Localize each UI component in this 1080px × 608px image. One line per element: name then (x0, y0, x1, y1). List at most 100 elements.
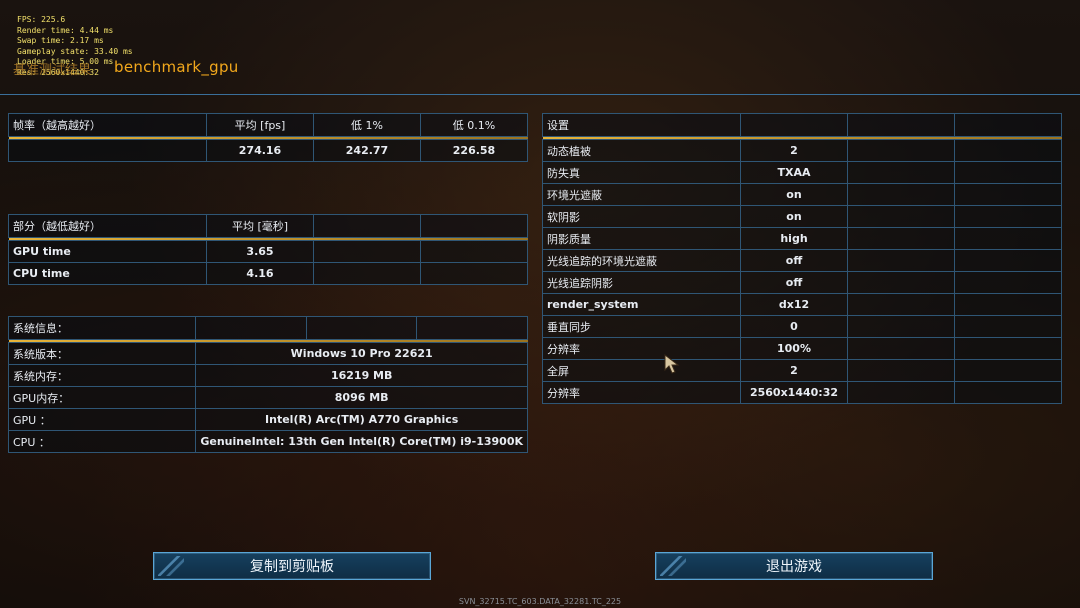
empty-cell (954, 183, 1062, 206)
setting-label: 软阴影 (542, 205, 741, 228)
exit-button-label: 退出游戏 (766, 559, 822, 575)
parts-header-empty (420, 214, 528, 238)
setting-label: 垂直同步 (542, 315, 741, 338)
gpu-label: GPU ： (7, 408, 197, 431)
debug-line: Swap time: 2.17 ms (17, 36, 104, 45)
setting-label: 光线追踪的环境光遮蔽 (542, 249, 741, 272)
debug-line: Gameplay state: 33.40 ms (17, 46, 133, 56)
copy-to-clipboard-button[interactable]: 复制到剪贴板 (153, 552, 431, 580)
setting-label: 动态植被 (542, 139, 741, 162)
parts-header-empty (313, 214, 421, 238)
setting-label: 光线追踪阴影 (542, 271, 741, 294)
parts-table: 部分（越低越好） 平均 [毫秒] GPU time 3.65 CPU time … (8, 214, 528, 285)
header-divider (0, 94, 1080, 95)
cpu-time-label: CPU time (8, 262, 207, 285)
empty-cell (847, 113, 955, 137)
vram-label: GPU内存： (7, 386, 197, 409)
exit-game-button[interactable]: 退出游戏 (655, 552, 933, 580)
fps-header-low1: 低 1% (313, 113, 421, 137)
empty-cell (954, 359, 1062, 382)
cpu-time-value: 4.16 (206, 262, 314, 285)
setting-value: on (740, 183, 848, 206)
empty-cell (847, 161, 955, 184)
empty-cell (954, 337, 1062, 360)
build-version: SVN_32715.TC_603.DATA_32281.TC_225 (458, 597, 622, 606)
header-prefix: 基准测试结果 (13, 63, 92, 78)
setting-value: 2 (740, 139, 848, 162)
setting-label: 全屏 (542, 359, 741, 382)
setting-label: 阴影质量 (542, 227, 741, 250)
empty-cell (954, 205, 1062, 228)
empty-cell (847, 359, 955, 382)
setting-value: dx12 (740, 293, 848, 316)
empty-cell (847, 315, 955, 338)
mouse-cursor-icon (664, 353, 680, 378)
empty-cell (313, 262, 421, 285)
setting-value: high (740, 227, 848, 250)
empty-cell (847, 337, 955, 360)
page-title: benchmark_gpu (114, 58, 239, 76)
fps-header-avg: 平均 [fps] (206, 113, 314, 137)
setting-value: off (740, 271, 848, 294)
debug-line: FPS: 225.6 (17, 15, 66, 24)
empty-cell (847, 271, 955, 294)
ram-label: 系统内存： (7, 364, 197, 387)
empty-cell (954, 227, 1062, 250)
empty-cell (954, 113, 1062, 137)
gpu-value: Intel(R) Arc(TM) A770 Graphics (195, 408, 528, 431)
setting-label: 防失真 (542, 161, 741, 184)
settings-table: 设置 动态植被 2 防失真 TXAA 环境光遮蔽 on 软阴影 on 阴影质量 high … (542, 113, 1062, 404)
empty-cell (420, 240, 528, 263)
setting-label: render_system (542, 293, 741, 316)
empty-cell (847, 293, 955, 316)
setting-value: off (740, 249, 848, 272)
gpu-time-label: GPU time (8, 240, 207, 263)
empty-cell (847, 381, 955, 404)
empty-cell (847, 183, 955, 206)
parts-header-label: 部分（越低越好） (8, 214, 207, 238)
setting-value: TXAA (740, 161, 848, 184)
fps-avg-value: 274.16 (206, 139, 314, 162)
setting-label: 环境光遮蔽 (542, 183, 741, 206)
empty-cell (847, 139, 955, 162)
fps-row-label (8, 139, 207, 162)
fps-low1-value: 242.77 (313, 139, 421, 162)
os-label: 系统版本： (7, 342, 197, 365)
fps-header-low01: 低 0.1% (420, 113, 528, 137)
settings-header: 设置 (542, 113, 741, 137)
setting-value: 2560x1440:32 (740, 381, 848, 404)
empty-cell (305, 316, 418, 340)
setting-label: 分辨率 (542, 381, 741, 404)
button-decoration-icon (660, 556, 686, 576)
empty-cell (847, 227, 955, 250)
empty-cell (847, 249, 955, 272)
empty-cell (954, 139, 1062, 162)
fps-low01-value: 226.58 (420, 139, 528, 162)
cpu-label: CPU ： (7, 430, 197, 453)
empty-cell (954, 249, 1062, 272)
cpu-value: GenuineIntel: 13th Gen Intel(R) Core(TM)… (195, 430, 528, 453)
empty-cell (954, 293, 1062, 316)
fps-table: 帧率（越高越好） 平均 [fps] 低 1% 低 0.1% 274.16 242… (8, 113, 528, 162)
vram-value: 8096 MB (195, 386, 528, 409)
gpu-time-value: 3.65 (206, 240, 314, 263)
setting-value: 2 (740, 359, 848, 382)
empty-cell (954, 271, 1062, 294)
ram-value: 16219 MB (195, 364, 528, 387)
setting-label: 分辨率 (542, 337, 741, 360)
setting-value: on (740, 205, 848, 228)
empty-cell (954, 315, 1062, 338)
sysinfo-table: 系统信息： 系统版本： Windows 10 Pro 22621 系统内存： 1… (7, 316, 528, 453)
setting-value: 100% (740, 337, 848, 360)
empty-cell (313, 240, 421, 263)
empty-cell (420, 262, 528, 285)
os-value: Windows 10 Pro 22621 (195, 342, 528, 365)
fps-header-label: 帧率（越高越好） (8, 113, 207, 137)
setting-value: 0 (740, 315, 848, 338)
copy-button-label: 复制到剪贴板 (250, 559, 334, 575)
button-decoration-icon (158, 556, 184, 576)
empty-cell (847, 205, 955, 228)
parts-header-avg: 平均 [毫秒] (206, 214, 314, 238)
empty-cell (954, 381, 1062, 404)
empty-cell (416, 316, 528, 340)
